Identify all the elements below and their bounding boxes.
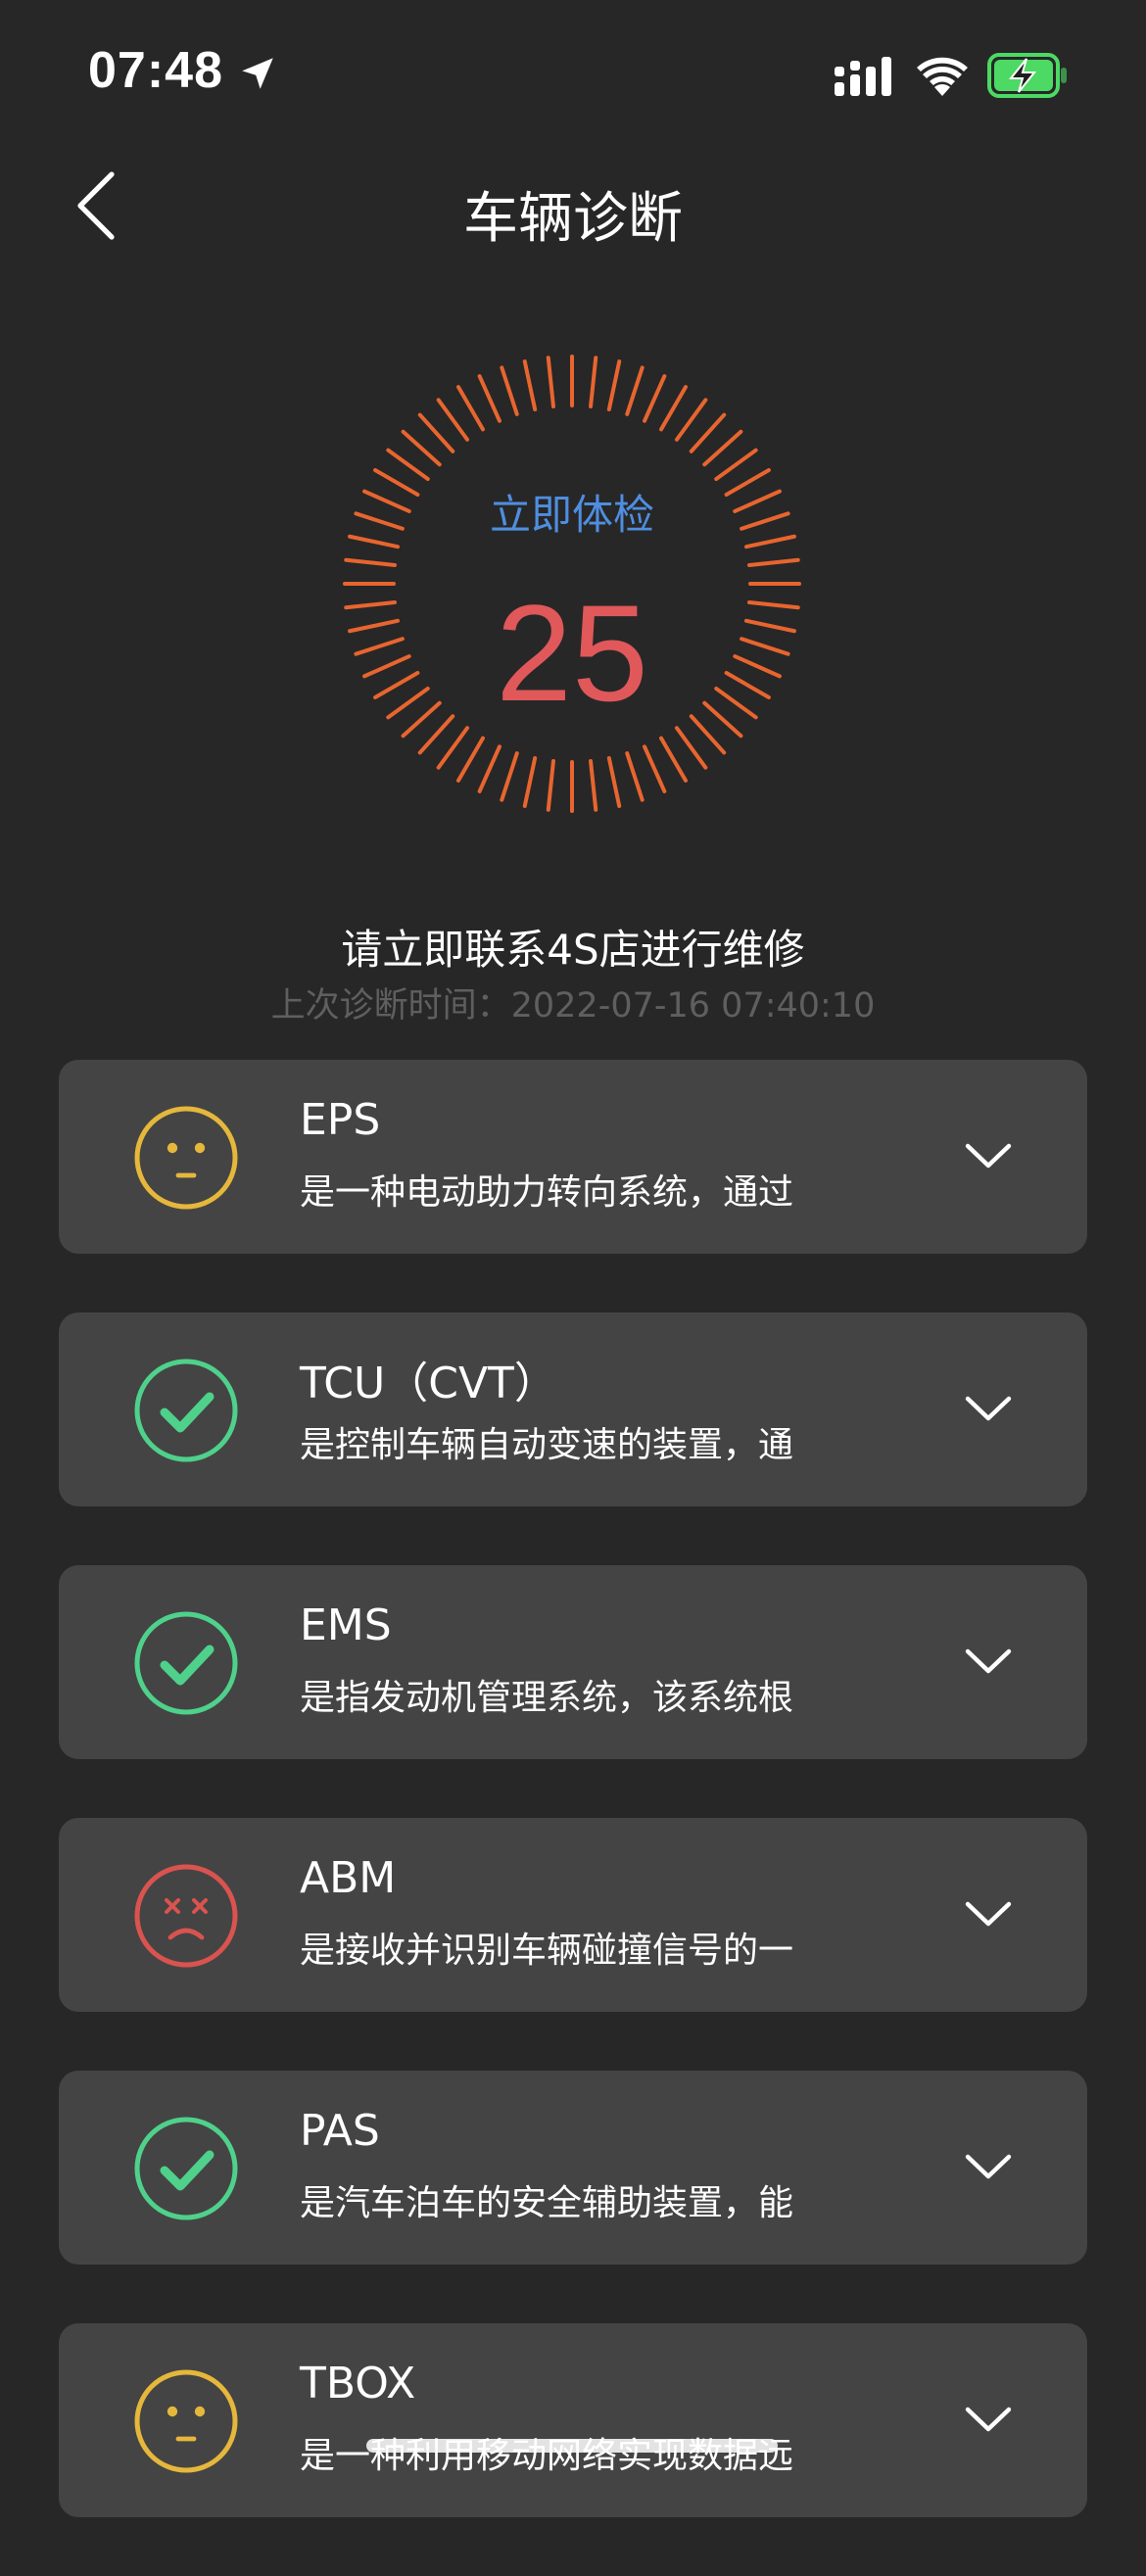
diagnosis-card-tbox[interactable]: TBOX 是一种利用移动网络实现数据远	[59, 2323, 1087, 2517]
chevron-down-icon[interactable]	[964, 1395, 1013, 1424]
signal-icon	[835, 57, 891, 96]
dizzy-face-icon	[134, 1864, 238, 1968]
diagnosis-card-ems[interactable]: EMS 是指发动机管理系统，该系统根	[59, 1565, 1087, 1759]
diagnosis-card-abm[interactable]: ABM 是接收并识别车辆碰撞信号的一	[59, 1818, 1087, 2012]
gauge-tick	[643, 744, 667, 793]
card-description: 是指发动机管理系统，该系统根	[300, 1678, 794, 1718]
card-description: 是汽车泊车的安全辅助装置，能	[300, 2183, 794, 2223]
gauge-tick	[643, 374, 667, 423]
gauge-tick	[386, 448, 430, 482]
check-icon	[134, 1359, 238, 1462]
card-description: 是一种利用移动网络实现数据远	[300, 2436, 794, 2476]
wifi-icon	[917, 57, 968, 96]
neutral-face-icon	[134, 1106, 238, 1210]
gauge-tick	[747, 557, 800, 567]
gauge-tick	[500, 751, 519, 802]
neutral-face-icon	[134, 2369, 238, 2473]
check-icon	[134, 2117, 238, 2220]
gauge-tick	[477, 374, 501, 423]
chevron-down-icon[interactable]	[964, 1142, 1013, 1171]
page-title: 车辆诊断	[463, 187, 683, 251]
diagnosis-card-pas[interactable]: PAS 是汽车泊车的安全辅助装置，能	[59, 2071, 1087, 2265]
card-title: EPS	[300, 1095, 381, 1145]
home-indicator[interactable]	[366, 2439, 778, 2453]
gauge-tick	[456, 385, 485, 432]
location-icon	[242, 58, 273, 89]
status-time: 07:48	[88, 42, 223, 99]
gauge-tick	[436, 726, 470, 770]
gauge-tick	[456, 736, 485, 783]
check-icon	[134, 1611, 238, 1715]
gauge-tick	[589, 759, 598, 812]
gauge-tick	[522, 756, 538, 808]
battery-charging-icon	[987, 53, 1067, 98]
gauge-tick	[522, 359, 538, 411]
diagnosis-list: EPS 是一种电动助力转向系统，通过 TCU（CVT） 是控制车辆自动变速的装置…	[59, 1060, 1087, 2576]
gauge-tick	[546, 356, 555, 408]
gauge-tick	[606, 756, 622, 808]
gauge-tick	[477, 744, 501, 793]
gauge-tick	[625, 751, 645, 802]
gauge-tick	[344, 557, 397, 567]
gauge-tick	[659, 736, 688, 783]
card-title: TCU（CVT）	[300, 1359, 557, 1408]
gauge-tick	[702, 429, 743, 467]
status-bar: 07:48	[0, 0, 1146, 147]
start-check-button[interactable]: 立即体检	[337, 482, 807, 542]
card-description: 是一种电动助力转向系统，通过	[300, 1172, 794, 1213]
diagnosis-card-tcu[interactable]: TCU（CVT） 是控制车辆自动变速的装置，通	[59, 1312, 1087, 1506]
gauge-tick	[436, 398, 470, 442]
gauge-tick	[625, 365, 645, 416]
gauge-tick	[659, 385, 688, 432]
card-title: TBOX	[300, 2359, 416, 2409]
status-message: 请立即联系4S店进行维修	[341, 926, 805, 974]
last-diagnosis-time: 上次诊断时间：2022-07-16 07:40:10	[270, 986, 876, 1026]
gauge-tick	[417, 412, 455, 453]
gauge-tick	[401, 429, 442, 467]
gauge-tick	[606, 359, 622, 411]
gauge-tick	[500, 365, 519, 416]
card-title: PAS	[300, 2106, 380, 2156]
health-score: 25	[496, 576, 648, 730]
gauge-tick	[714, 448, 758, 482]
diagnosis-card-eps[interactable]: EPS 是一种电动助力转向系统，通过	[59, 1060, 1087, 1254]
card-description: 是接收并识别车辆碰撞信号的一	[300, 1931, 794, 1971]
card-title: EMS	[300, 1600, 392, 1650]
gauge-tick	[589, 356, 598, 408]
chevron-down-icon[interactable]	[964, 2153, 1013, 2182]
gauge-tick	[689, 412, 727, 453]
card-description: 是控制车辆自动变速的装置，通	[300, 1425, 794, 1465]
card-title: ABM	[300, 1853, 397, 1903]
gauge-tick	[546, 759, 555, 812]
chevron-down-icon[interactable]	[964, 1900, 1013, 1930]
gauge-tick	[674, 726, 708, 770]
chevron-down-icon[interactable]	[964, 1647, 1013, 1677]
chevron-down-icon[interactable]	[964, 2406, 1013, 2435]
gauge-tick	[674, 398, 708, 442]
